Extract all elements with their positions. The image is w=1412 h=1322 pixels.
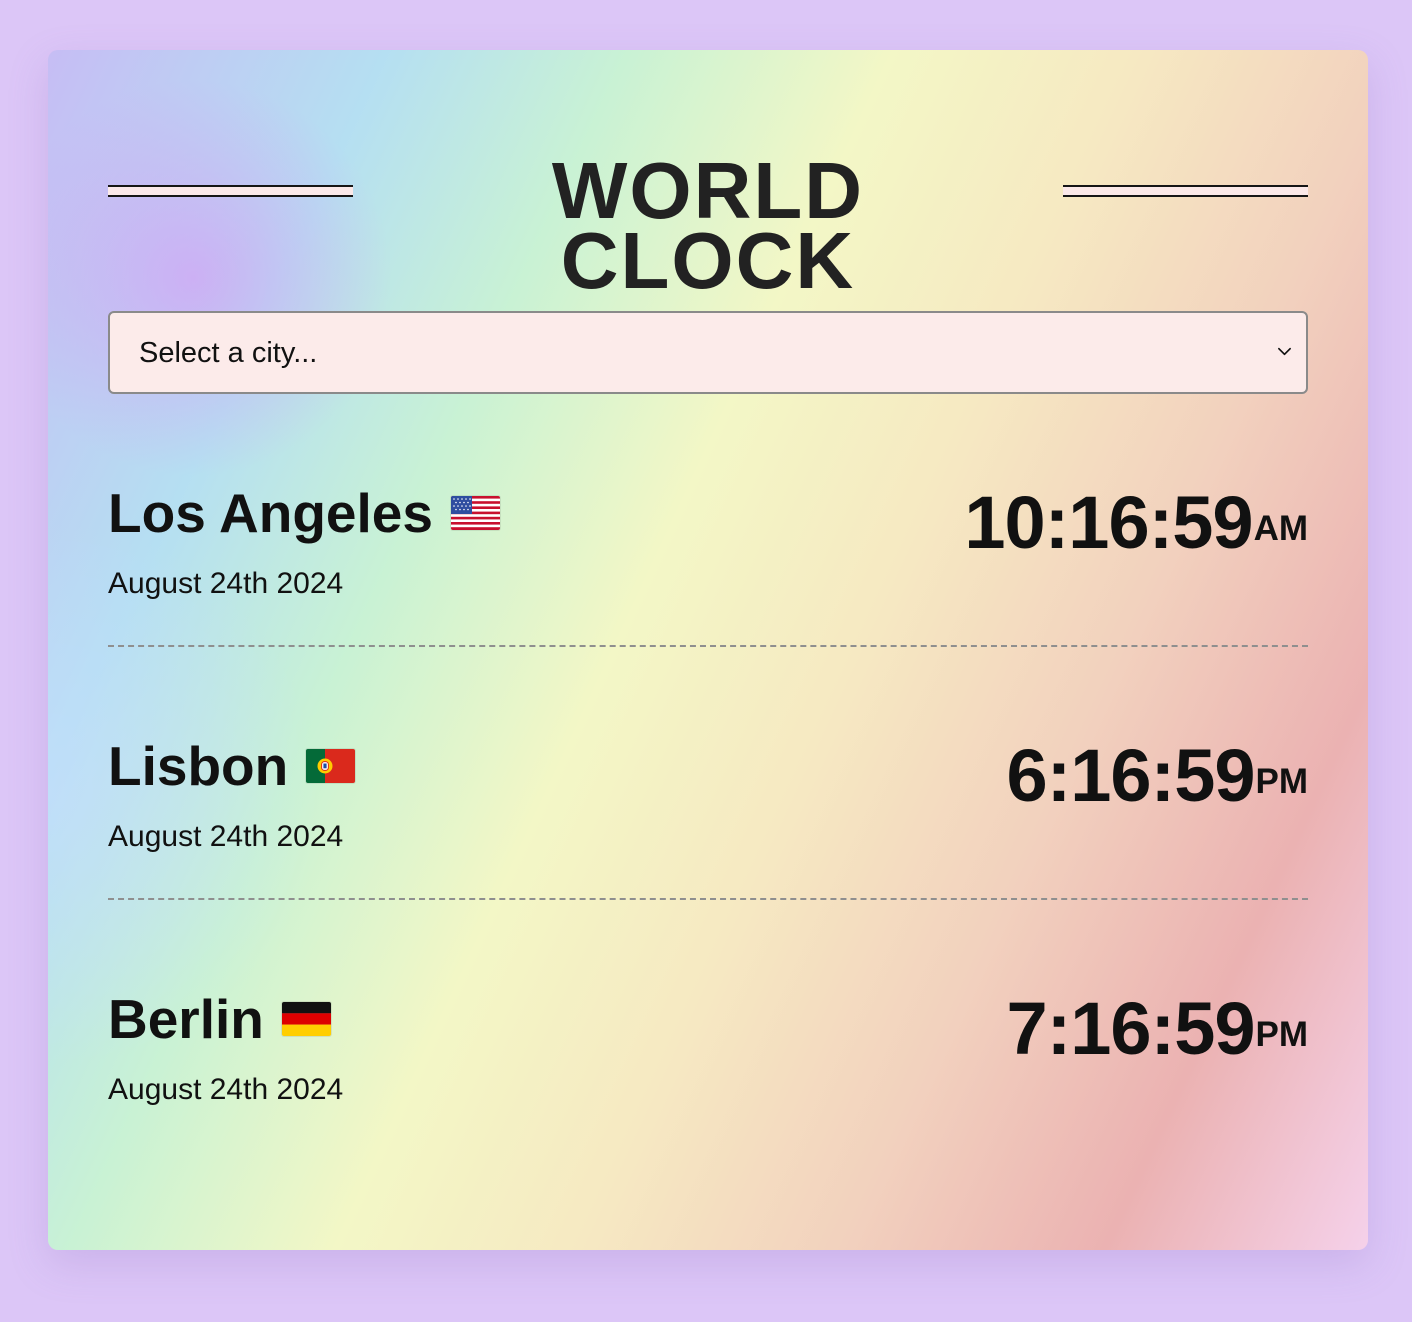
- time-value: 7:16:59: [1006, 987, 1255, 1070]
- city-time: 10:16:59 AM: [964, 483, 1308, 563]
- clock-row-los-angeles: Los Angeles August 24th 2024 10:16:59 AM: [108, 483, 1308, 663]
- time-period: PM: [1255, 762, 1309, 801]
- city-date: August 24th 2024: [108, 820, 344, 853]
- city-name: Berlin: [108, 988, 264, 1050]
- city-heading: Lisbon: [108, 735, 356, 797]
- germany-flag-icon: [281, 1002, 331, 1036]
- city-time: 6:16:59 PM: [1006, 736, 1308, 816]
- time-value: 6:16:59: [1006, 734, 1255, 817]
- city-select[interactable]: Select a city...: [108, 311, 1308, 394]
- time-value: 10:16:59: [964, 481, 1253, 564]
- row-divider: [108, 645, 1308, 647]
- city-name: Lisbon: [108, 735, 289, 797]
- page-title: WORLD CLOCK: [551, 146, 865, 305]
- city-name: Los Angeles: [108, 482, 433, 544]
- row-divider: [108, 898, 1308, 900]
- portugal-flag-icon: [306, 749, 356, 783]
- city-heading: Los Angeles: [108, 483, 500, 543]
- chevron-down-icon: [1278, 347, 1291, 356]
- clock-row-lisbon: Lisbon August 24th 2024 6:16:59 PM: [108, 736, 1308, 916]
- world-clock-header: WORLD CLOCK: [108, 146, 1308, 305]
- world-clock-card: WORLD CLOCK Select a city... Los Angeles: [48, 50, 1368, 1250]
- city-date: August 24th 2024: [108, 1073, 344, 1106]
- city-heading: Berlin: [108, 989, 331, 1049]
- city-date: August 24th 2024: [108, 567, 344, 600]
- left-decorative-line: [108, 185, 353, 197]
- time-period: AM: [1253, 509, 1308, 548]
- right-decorative-line: [1063, 185, 1308, 197]
- city-select-value: Select a city...: [139, 337, 318, 369]
- time-period: PM: [1255, 1015, 1309, 1054]
- usa-flag-icon: [450, 496, 500, 530]
- city-time: 7:16:59 PM: [1006, 989, 1308, 1069]
- clock-row-berlin: Berlin August 24th 2024 7:16:59 PM: [108, 989, 1308, 1169]
